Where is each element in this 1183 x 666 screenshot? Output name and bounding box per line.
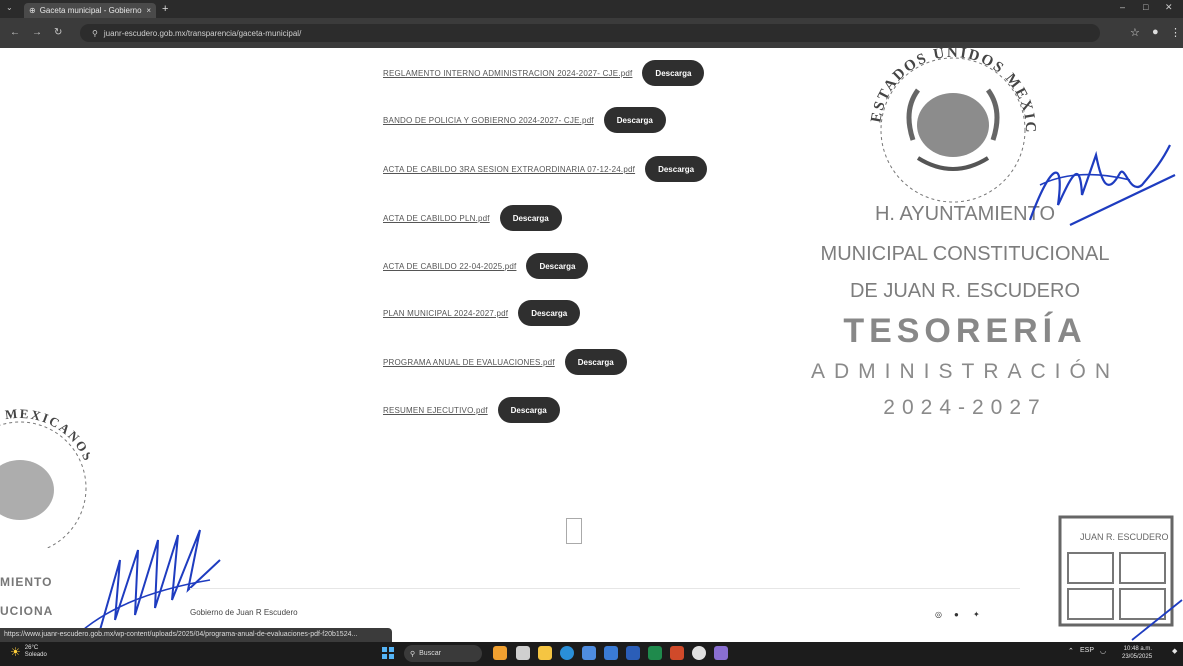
svg-text:DOS MEXICANOS: DOS MEXICANOS bbox=[0, 408, 90, 464]
stamp-line-municipal: MUNICIPAL CONSTITUCIONAL bbox=[820, 243, 1110, 265]
footer-divider bbox=[190, 588, 1020, 589]
browser-titlebar: ⌄ ⊕ Gaceta municipal - Gobierno d × + – … bbox=[0, 0, 1183, 18]
document-link[interactable]: ACTA DE CABILDO PLN.pdf bbox=[383, 214, 490, 223]
document-link[interactable]: ACTA DE CABILDO 3RA SESION EXTRAORDINARI… bbox=[383, 165, 635, 174]
document-row: RESUMEN EJECUTIVO.pdf Descarga bbox=[383, 397, 560, 423]
tab-list-icon[interactable]: ⌄ bbox=[6, 3, 13, 12]
browser-tab[interactable]: ⊕ Gaceta municipal - Gobierno d × bbox=[24, 3, 156, 18]
municipal-seal-text: JUAN R. ESCUDERO bbox=[1080, 532, 1169, 542]
stamp-line-tesoreria: TESORERÍA bbox=[843, 312, 1087, 350]
stamp-line-ayuntamiento: H. AYUNTAMIENTO bbox=[874, 203, 1056, 225]
document-link[interactable]: RESUMEN EJECUTIVO.pdf bbox=[383, 406, 488, 415]
download-button[interactable]: Descarga bbox=[645, 156, 708, 182]
new-tab-button[interactable]: + bbox=[162, 2, 168, 16]
profile-icon[interactable]: ● bbox=[1152, 26, 1159, 38]
weather-temp: 26°C bbox=[24, 645, 39, 651]
document-link[interactable]: BANDO DE POLICIA Y GOBIERNO 2024-2027- C… bbox=[383, 116, 594, 125]
document-row: ACTA DE CABILDO PLN.pdf Descarga bbox=[383, 205, 562, 231]
back-icon[interactable]: ← bbox=[10, 27, 20, 39]
footer-text: Gobierno de Juan R Escudero bbox=[190, 608, 298, 617]
url-text: juanr-escudero.gob.mx/transparencia/gace… bbox=[103, 28, 302, 38]
mail-icon[interactable] bbox=[604, 646, 618, 660]
tab-title: Gaceta municipal - Gobierno d bbox=[39, 6, 143, 15]
sun-icon: ☀ bbox=[10, 645, 21, 659]
tray-chevron-icon[interactable]: ⌃ bbox=[1068, 647, 1074, 655]
stamp-fragment: MIENTO bbox=[0, 575, 53, 589]
download-button[interactable]: Descarga bbox=[526, 253, 589, 279]
document-row: PLAN MUNICIPAL 2024-2027.pdf Descarga bbox=[383, 300, 581, 326]
maximize-icon[interactable]: □ bbox=[1143, 2, 1148, 12]
stamp-fragment: UCIONA bbox=[0, 604, 54, 618]
document-link[interactable]: ACTA DE CABILDO 22-04-2025.pdf bbox=[383, 262, 516, 271]
widgets-icon[interactable] bbox=[493, 646, 507, 660]
weather-widget[interactable]: ☀ 26°C Soleado bbox=[10, 645, 47, 659]
facebook-icon[interactable]: ● bbox=[954, 610, 959, 619]
store-icon[interactable] bbox=[582, 646, 596, 660]
twitter-icon[interactable]: ✦ bbox=[973, 610, 980, 619]
stamp-line-administracion: ADMINISTRACIÓN bbox=[810, 360, 1119, 383]
taskbar-search[interactable]: ⚲ Buscar bbox=[404, 645, 482, 662]
document-row: ACTA DE CABILDO 22-04-2025.pdf Descarga bbox=[383, 253, 589, 279]
search-label: Buscar bbox=[419, 650, 441, 657]
document-link[interactable]: PLAN MUNICIPAL 2024-2027.pdf bbox=[383, 309, 508, 318]
menu-icon[interactable]: ⋮ bbox=[1170, 26, 1181, 39]
word-icon[interactable] bbox=[626, 646, 640, 660]
clock-time: 10:48 a.m. bbox=[1123, 646, 1153, 652]
download-button[interactable]: Descarga bbox=[642, 60, 705, 86]
left-seal-text: DOS MEXICANOS bbox=[0, 408, 90, 464]
task-view-icon[interactable] bbox=[516, 646, 530, 660]
start-button[interactable] bbox=[382, 647, 394, 659]
clock-date: 23/05/2025 bbox=[1122, 654, 1153, 660]
forward-icon[interactable]: → bbox=[32, 27, 42, 39]
close-window-icon[interactable]: ✕ bbox=[1165, 2, 1173, 13]
download-button[interactable]: Descarga bbox=[518, 300, 581, 326]
minimize-icon[interactable]: – bbox=[1120, 2, 1125, 12]
download-button[interactable]: Descarga bbox=[497, 397, 560, 423]
edge-icon[interactable] bbox=[560, 646, 574, 660]
municipal-logo-icon bbox=[566, 518, 582, 544]
reload-icon[interactable]: ↻ bbox=[54, 27, 62, 39]
globe-icon: ⊕ bbox=[29, 5, 36, 15]
notification-bell-icon[interactable]: ◆ bbox=[1172, 647, 1177, 655]
tray-language[interactable]: ESP bbox=[1080, 647, 1094, 654]
stamp-line-juan-r-escudero: DE JUAN R. ESCUDERO bbox=[849, 280, 1081, 302]
document-row: BANDO DE POLICIA Y GOBIERNO 2024-2027- C… bbox=[383, 107, 666, 133]
download-button[interactable]: Descarga bbox=[564, 349, 627, 375]
national-seal-icon: ESTADOS UNIDOS MEXICANOS bbox=[858, 30, 1036, 203]
excel-icon[interactable] bbox=[648, 646, 662, 660]
file-explorer-icon[interactable] bbox=[538, 646, 552, 660]
close-tab-icon[interactable]: × bbox=[146, 6, 151, 15]
municipal-seal-icon: JUAN R. ESCUDERO bbox=[1058, 515, 1183, 641]
powerpoint-icon[interactable] bbox=[670, 646, 684, 660]
document-row: PROGRAMA ANUAL DE EVALUACIONES.pdf Desca… bbox=[383, 349, 627, 375]
document-row: REGLAMENTO INTERNO ADMINISTRACION 2024-2… bbox=[383, 60, 705, 86]
taskbar: ☀ 26°C Soleado ⚲ Buscar ⌃ ESP ◡ 10:48 a.… bbox=[0, 642, 1183, 666]
app-icon[interactable] bbox=[714, 646, 728, 660]
chrome-icon[interactable] bbox=[692, 646, 706, 660]
document-row: ACTA DE CABILDO 3RA SESION EXTRAORDINARI… bbox=[383, 156, 708, 182]
weather-desc: Soleado bbox=[24, 652, 47, 658]
status-bar-url: https://www.juanr-escudero.gob.mx/wp-con… bbox=[0, 628, 392, 642]
left-seal-icon: DOS MEXICANOS bbox=[0, 408, 90, 548]
stamp-line-period: 2024-2027 bbox=[883, 396, 1047, 419]
clock[interactable]: 10:48 a.m. 23/05/2025 bbox=[1122, 645, 1152, 661]
download-button[interactable]: Descarga bbox=[603, 107, 666, 133]
site-info-icon[interactable]: ⚲ bbox=[92, 29, 98, 38]
download-button[interactable]: Descarga bbox=[499, 205, 562, 231]
search-icon: ⚲ bbox=[410, 650, 416, 658]
document-link[interactable]: REGLAMENTO INTERNO ADMINISTRACION 2024-2… bbox=[383, 69, 632, 78]
bookmark-star-icon[interactable]: ☆ bbox=[1130, 26, 1140, 39]
instagram-icon[interactable]: ◎ bbox=[935, 610, 942, 619]
document-link[interactable]: PROGRAMA ANUAL DE EVALUACIONES.pdf bbox=[383, 358, 555, 367]
wifi-icon[interactable]: ◡ bbox=[1100, 647, 1106, 655]
